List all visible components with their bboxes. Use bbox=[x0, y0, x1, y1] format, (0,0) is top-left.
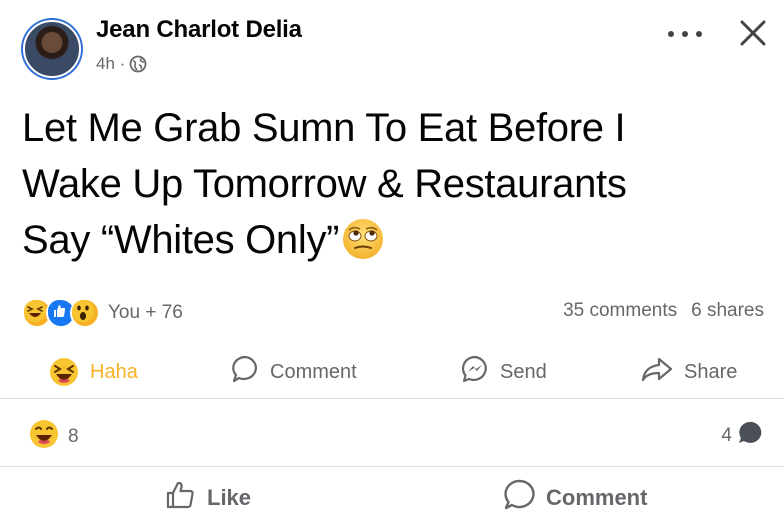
face-with-rolling-eyes-icon bbox=[341, 217, 385, 276]
avatar-photo bbox=[23, 20, 81, 78]
post-text: Let Me Grab Sumn To Eat Before I Wake Up… bbox=[22, 100, 762, 276]
close-icon[interactable] bbox=[738, 18, 768, 53]
post-text-line-1: Let Me Grab Sumn To Eat Before I bbox=[22, 106, 626, 150]
reaction-summary[interactable]: You + 76 bbox=[22, 298, 183, 328]
send-button[interactable]: Send bbox=[460, 350, 547, 394]
divider bbox=[0, 398, 784, 399]
comment-count: 4 bbox=[721, 425, 732, 446]
like-label: Like bbox=[207, 485, 252, 510]
action-bar: Haha Comment Send Share bbox=[0, 350, 784, 394]
haha-icon bbox=[48, 356, 80, 388]
comment-bubble-icon bbox=[736, 420, 762, 452]
post-time[interactable]: 4h · bbox=[96, 54, 125, 74]
comment-icon bbox=[230, 354, 260, 390]
haha-button[interactable]: Haha bbox=[48, 350, 138, 394]
globe-icon bbox=[129, 55, 147, 73]
wow-reaction-icon bbox=[70, 298, 100, 328]
bottom-comment-label: Comment bbox=[546, 485, 648, 510]
comment-summary-row: 8 4 bbox=[0, 414, 784, 454]
comment-button[interactable]: Comment bbox=[230, 350, 357, 394]
post-text-line-2: Wake Up Tomorrow & Restaurants bbox=[22, 162, 627, 206]
bottom-comment-button[interactable]: Comment bbox=[502, 478, 647, 518]
post-card: Jean Charlot Delia 4h · Let Me Grab Sumn… bbox=[0, 0, 784, 530]
author-name[interactable]: Jean Charlot Delia bbox=[96, 16, 302, 44]
send-label: Send bbox=[500, 360, 547, 383]
post-text-line-3: Say “Whites Only” bbox=[22, 218, 340, 262]
reaction-count[interactable]: You + 76 bbox=[108, 302, 183, 324]
post-text-line-3-wrap: Say “Whites Only” bbox=[22, 212, 762, 276]
comment-count-summary[interactable]: 4 bbox=[721, 420, 762, 452]
divider bbox=[0, 466, 784, 467]
comment-icon bbox=[502, 478, 536, 518]
engagement-counts: 35 comments 6 shares bbox=[563, 300, 764, 322]
comment-label: Comment bbox=[270, 360, 357, 383]
haha-summary[interactable]: 8 bbox=[28, 418, 79, 456]
like-button[interactable]: Like bbox=[165, 478, 251, 518]
thumbs-up-icon bbox=[165, 479, 197, 517]
more-options-icon[interactable] bbox=[668, 24, 702, 44]
avatar[interactable] bbox=[21, 18, 83, 80]
comments-count[interactable]: 35 comments bbox=[563, 300, 677, 322]
share-label: Share bbox=[684, 360, 738, 383]
messenger-icon bbox=[460, 354, 490, 390]
share-button[interactable]: Share bbox=[640, 350, 737, 394]
post-meta: 4h · bbox=[96, 54, 147, 74]
haha-small-icon bbox=[28, 418, 60, 456]
share-arrow-icon bbox=[640, 354, 674, 390]
shares-count[interactable]: 6 shares bbox=[691, 300, 764, 322]
haha-count: 8 bbox=[68, 426, 79, 447]
haha-label: Haha bbox=[90, 360, 138, 383]
